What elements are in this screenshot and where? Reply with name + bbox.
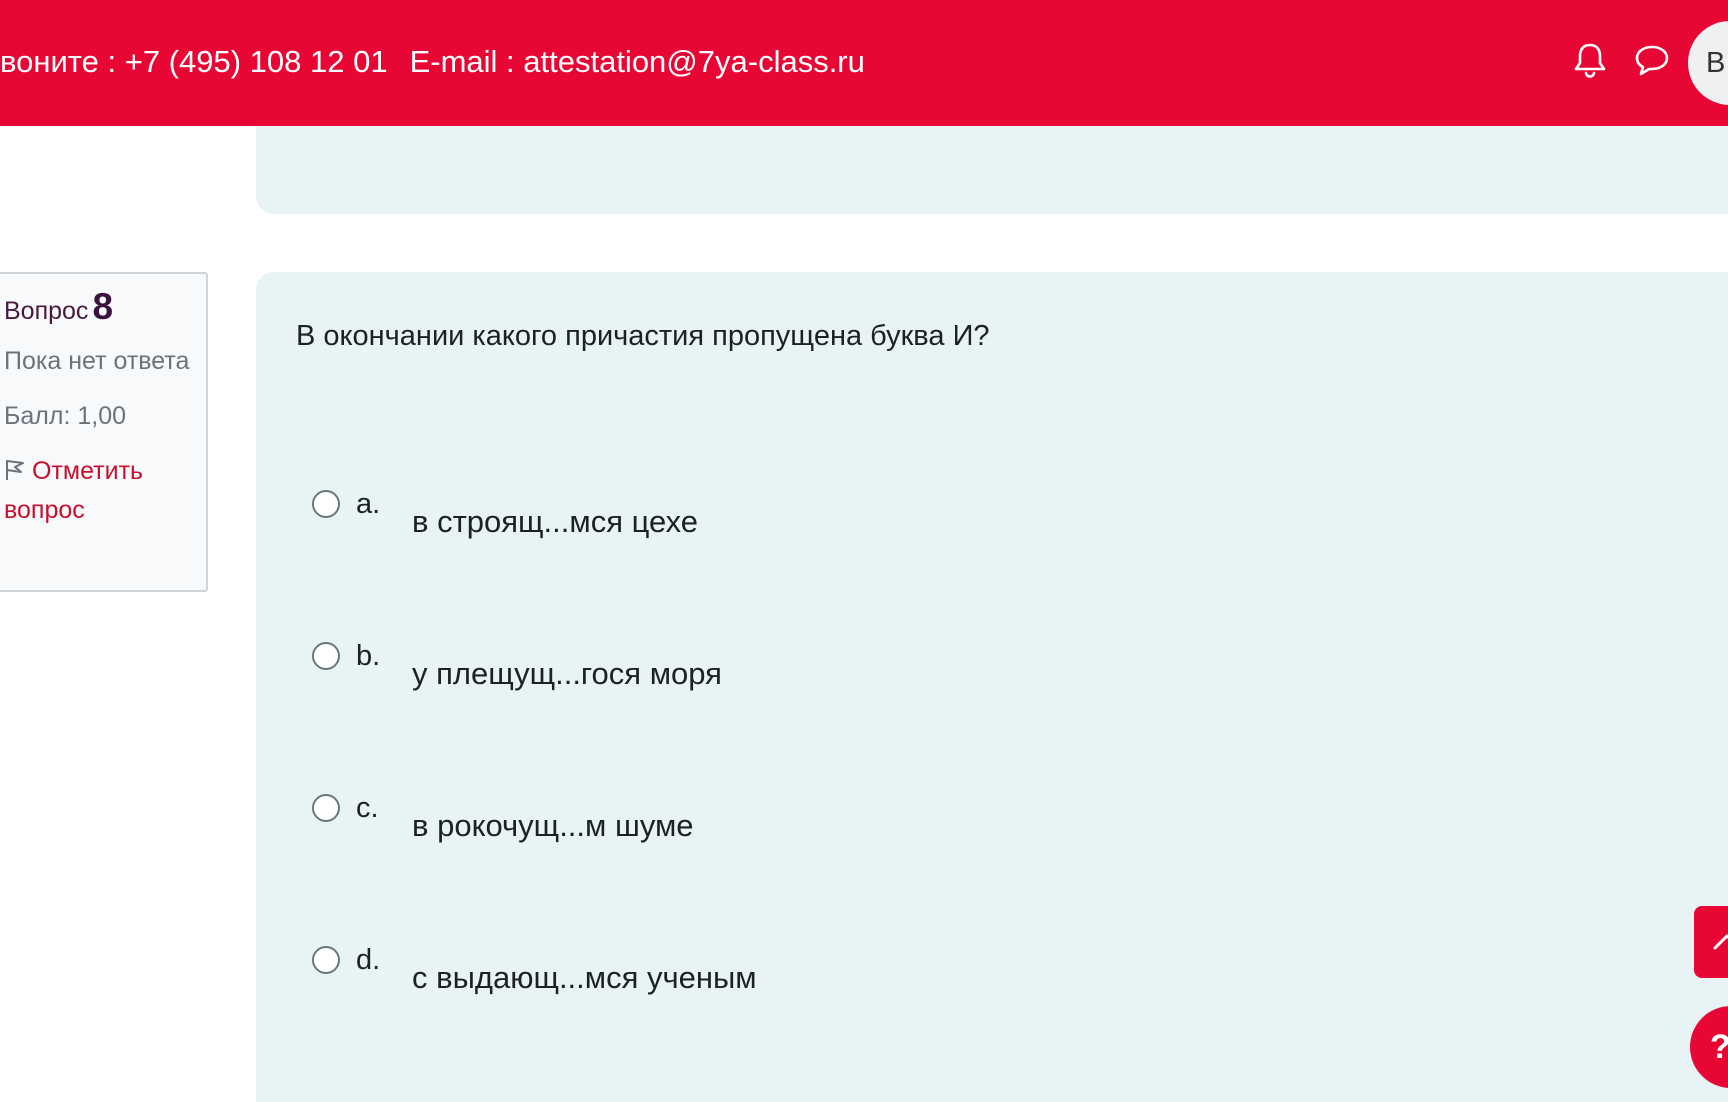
answer-option-d[interactable]: d. с выдающ...мся ученым — [312, 944, 1212, 1014]
answer-text[interactable]: с выдающ...мся ученым — [412, 958, 757, 998]
answer-option-b[interactable]: b. у плещущ...гося моря — [312, 640, 1212, 710]
question-info-box: Вопрос 8 Пока нет ответа Балл: 1,00 Отмет… — [0, 272, 208, 592]
answer-radio-d[interactable] — [312, 946, 340, 974]
answer-text[interactable]: в строящ...мся цехе — [412, 502, 698, 542]
bell-icon[interactable] — [1570, 40, 1610, 80]
email-text: E-mail : attestation@7ya-class.ru — [409, 44, 865, 79]
phone-text: воните : +7 (495) 108 12 01 — [0, 44, 388, 79]
previous-question-card — [256, 126, 1728, 214]
answer-letter: c. — [356, 792, 379, 824]
help-label: ? — [1710, 1028, 1728, 1067]
answer-text[interactable]: в рокочущ...м шуме — [412, 806, 694, 846]
question-text: В окончании какого причастия пропущена б… — [296, 320, 990, 352]
question-state: Пока нет ответа — [4, 347, 190, 375]
answer-text[interactable]: у плещущ...гося моря — [412, 654, 722, 694]
answer-letter: b. — [356, 640, 381, 672]
avatar-initials: ВІ — [1706, 46, 1728, 79]
user-avatar[interactable]: ВІ — [1688, 21, 1728, 105]
answer-radio-b[interactable] — [312, 642, 340, 670]
top-header-bar: воните : +7 (495) 108 12 01 E-mail : atte… — [0, 0, 1728, 126]
answer-radio-c[interactable] — [312, 794, 340, 822]
question-label-text: Вопрос — [4, 297, 89, 325]
scroll-to-top-button[interactable] — [1694, 906, 1728, 978]
answer-radio-a[interactable] — [312, 490, 340, 518]
flag-icon — [6, 460, 24, 480]
question-card: В окончании какого причастия пропущена б… — [256, 272, 1728, 1102]
question-number: 8 — [92, 286, 114, 327]
contact-info: воните : +7 (495) 108 12 01 E-mail : atte… — [0, 42, 865, 82]
question-grade: Балл: 1,00 — [4, 402, 127, 430]
answer-option-a[interactable]: a. в строящ...мся цехе — [312, 488, 1212, 558]
flag-question-link[interactable]: Отметить вопрос — [4, 452, 206, 530]
question-number-label: Вопрос 8 — [4, 288, 206, 330]
chevron-up-icon — [1713, 934, 1728, 950]
answer-letter: a. — [356, 488, 381, 520]
answer-option-c[interactable]: c. в рокочущ...м шуме — [312, 792, 1212, 862]
answer-letter: d. — [356, 944, 381, 976]
chat-icon[interactable] — [1632, 40, 1672, 80]
